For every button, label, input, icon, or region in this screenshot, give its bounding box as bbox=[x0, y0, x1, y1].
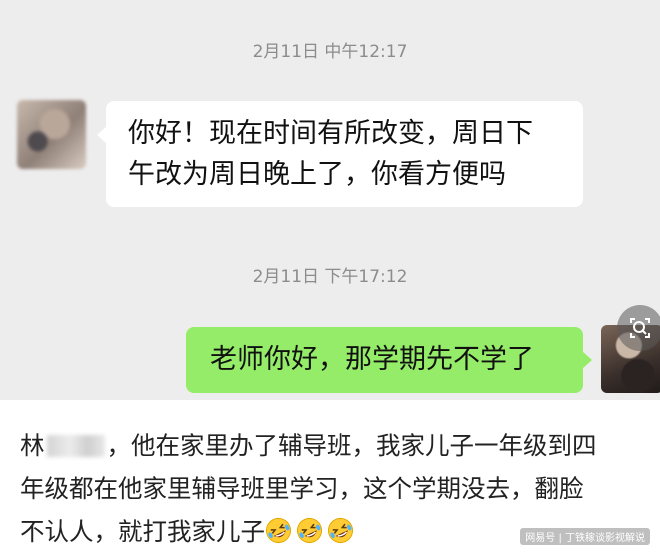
laughing-emoji-icon bbox=[327, 517, 354, 544]
emoji-row bbox=[265, 517, 358, 546]
laughing-emoji-icon bbox=[296, 517, 323, 544]
message-text-line: 午改为周日晚上了，你看方便吗 bbox=[128, 159, 506, 190]
caption-line: 年级都在他家里辅导班里学习，这个学期没去，翻脸 bbox=[20, 474, 584, 503]
caption-name: 林 bbox=[20, 431, 45, 460]
redacted-name bbox=[46, 435, 105, 457]
message-text: 老师你好，那学期先不学了 bbox=[210, 344, 534, 375]
caption-line-text: ，他在家里办了辅导班，我家儿子一年级到四 bbox=[106, 431, 597, 460]
search-icon bbox=[630, 318, 650, 338]
timestamp: 2月11日 下午17:12 bbox=[252, 267, 408, 287]
message-text-line: 你好！现在时间有所改变，周日下 bbox=[128, 118, 533, 149]
caption-line: 林 ，他在家里办了辅导班，我家儿子一年级到四 bbox=[20, 424, 650, 467]
timestamp: 2月11日 中午12:17 bbox=[252, 42, 408, 62]
contact-avatar[interactable] bbox=[17, 100, 86, 169]
watermark: 网易号 | 丁铁稼谈影视解说 bbox=[520, 528, 650, 545]
caption-line-text: 不认人，就打我家儿子 bbox=[20, 517, 265, 546]
image-search-button[interactable] bbox=[617, 305, 660, 351]
laughing-emoji-icon bbox=[265, 517, 292, 544]
outgoing-message-bubble[interactable]: 老师你好，那学期先不学了 bbox=[186, 327, 592, 393]
chat-screen: 2月11日 中午12:17 你好！现在时间有所改变，周日下 午改为周日晚上了，你… bbox=[0, 0, 660, 400]
incoming-message-bubble[interactable]: 你好！现在时间有所改变，周日下 午改为周日晚上了，你看方便吗 bbox=[97, 101, 583, 207]
